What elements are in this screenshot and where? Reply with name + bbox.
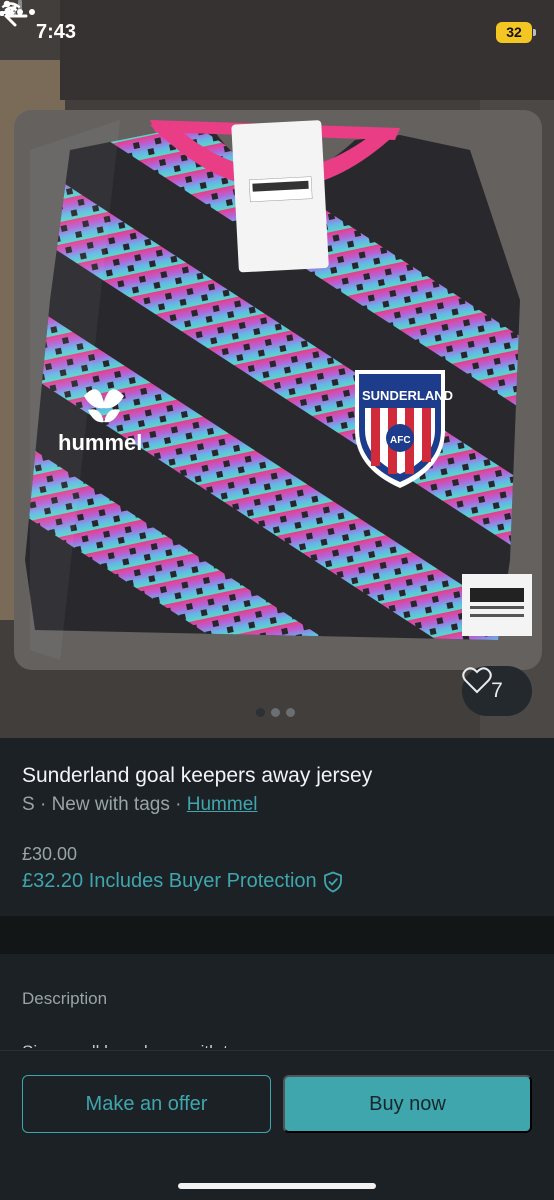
product-photo[interactable]: hummel SUNDERLAND AFC 7:43 32 7 (0, 0, 554, 738)
meta-separator: · (175, 794, 182, 815)
battery-indicator: 32 (496, 22, 532, 43)
price-with-protection[interactable]: £32.20 Includes Buyer Protection (22, 870, 343, 893)
home-indicator[interactable] (178, 1183, 376, 1189)
svg-text:AFC: AFC (390, 435, 411, 446)
jersey-image: hummel SUNDERLAND AFC (0, 0, 554, 738)
brand-link[interactable]: Hummel (187, 794, 258, 815)
photo-pagination[interactable] (256, 708, 295, 717)
product-meta: S · New with tags · Hummel (22, 794, 257, 816)
buy-now-button[interactable]: Buy now (283, 1075, 532, 1133)
status-time: 7:43 (36, 21, 77, 43)
meta-separator: · (39, 794, 47, 815)
protected-price: £32.20 Includes Buyer Protection (22, 870, 317, 892)
photo-dot-3[interactable] (286, 708, 295, 717)
description-heading: Description (22, 989, 108, 1008)
favourite-count: 7 (491, 679, 503, 702)
photo-dot-1[interactable] (256, 708, 265, 717)
svg-text:hummel: hummel (58, 430, 142, 455)
make-offer-button[interactable]: Make an offer (22, 1075, 271, 1133)
battery-tip (533, 29, 536, 36)
item-price: £30.00 (22, 844, 78, 864)
favourite-button[interactable]: 7 (462, 666, 532, 716)
product-condition: New with tags (51, 794, 170, 815)
action-bar: Make an offer Buy now (0, 1050, 554, 1200)
more-options-icon[interactable] (0, 0, 40, 24)
product-size: S (22, 794, 35, 815)
heart-icon (462, 667, 492, 694)
shield-check-icon (323, 871, 342, 892)
photo-dot-2[interactable] (271, 708, 280, 717)
section-divider (0, 916, 554, 954)
status-bar: 7:43 32 (0, 0, 554, 64)
product-title: Sunderland goal keepers away jersey (22, 764, 373, 787)
svg-text:SUNDERLAND: SUNDERLAND (362, 388, 453, 403)
product-details: Sunderland goal keepers away jersey S · … (0, 738, 554, 916)
